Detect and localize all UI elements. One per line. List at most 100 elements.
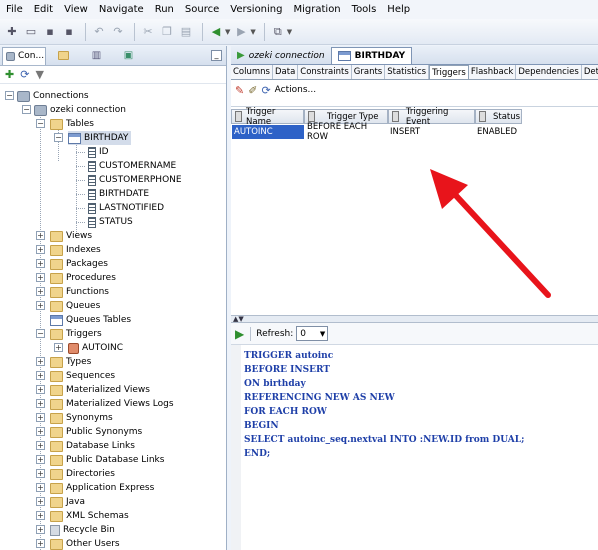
redo-icon[interactable]: ↷ — [110, 24, 126, 40]
edit-icon[interactable]: ✐ — [248, 84, 257, 97]
expand-toggle[interactable]: + — [36, 287, 45, 296]
tree-node-birthday-table[interactable]: BIRTHDAY — [68, 131, 132, 145]
menu-navigate[interactable]: Navigate — [99, 4, 144, 15]
tree-node-column[interactable]: CUSTOMERPHONE — [86, 173, 182, 187]
expand-toggle[interactable]: + — [36, 371, 45, 380]
expand-toggle[interactable]: + — [36, 357, 45, 366]
menu-versioning[interactable]: Versioning — [230, 4, 282, 15]
chevron-down-icon[interactable]: ▼ — [287, 28, 292, 36]
table-cell-triggering-event[interactable]: INSERT — [388, 125, 475, 139]
collapse-toggle[interactable]: − — [5, 91, 14, 100]
tree-node-indexes[interactable]: Indexes — [50, 243, 101, 257]
paste-icon[interactable]: ▤ — [178, 24, 194, 40]
expand-toggle[interactable]: + — [36, 427, 45, 436]
expand-toggle[interactable]: + — [36, 539, 45, 548]
new-icon[interactable]: ✚ — [4, 24, 20, 40]
column-header-trigger-name[interactable]: Trigger Name — [231, 107, 304, 127]
tree-node-tables[interactable]: Tables — [50, 117, 94, 131]
menu-run[interactable]: Run — [155, 4, 174, 15]
tab-details[interactable]: Details — [582, 65, 598, 79]
chevron-down-icon[interactable]: ▼ — [225, 28, 230, 36]
expand-toggle[interactable]: + — [36, 231, 45, 240]
doc-tab-ozeki-connection[interactable]: ▶ ozeki connection — [231, 47, 331, 64]
menu-edit[interactable]: Edit — [34, 4, 53, 15]
tab-grants[interactable]: Grants — [352, 65, 386, 79]
undo-icon[interactable]: ↶ — [91, 24, 107, 40]
tab-files[interactable] — [48, 47, 78, 65]
tree-node-application-express[interactable]: Application Express — [50, 481, 154, 495]
table-cell-status[interactable]: ENABLED — [475, 125, 522, 139]
tab-snippets[interactable]: ▣ — [112, 47, 142, 65]
collapse-toggle[interactable]: − — [54, 133, 63, 142]
tree-node-ozeki-connection[interactable]: ozeki connection — [34, 103, 126, 117]
tab-reports[interactable]: ▥ — [80, 47, 110, 65]
tab-data[interactable]: Data — [273, 65, 299, 79]
tab-constraints[interactable]: Constraints — [298, 65, 352, 79]
save-all-icon[interactable]: ▪ — [61, 24, 77, 40]
tree-node-functions[interactable]: Functions — [50, 285, 109, 299]
tree-node-recycle-bin[interactable]: Recycle Bin — [50, 523, 115, 537]
expand-toggle[interactable]: + — [36, 525, 45, 534]
copy-icon[interactable]: ❐ — [159, 24, 175, 40]
expand-toggle[interactable]: + — [36, 259, 45, 268]
expand-toggle[interactable]: + — [36, 455, 45, 464]
menu-migration[interactable]: Migration — [294, 4, 341, 15]
tree-node-procedures[interactable]: Procedures — [50, 271, 116, 285]
expand-toggle[interactable]: + — [36, 399, 45, 408]
forward-icon[interactable]: ▶ — [233, 24, 249, 40]
expand-toggle[interactable]: + — [36, 385, 45, 394]
run-icon[interactable]: ▶ — [235, 327, 244, 341]
tree-node-xml-schemas[interactable]: XML Schemas — [50, 509, 129, 523]
expand-toggle[interactable]: + — [54, 343, 63, 352]
tab-dependencies[interactable]: Dependencies — [516, 65, 582, 79]
collapse-toggle[interactable]: − — [22, 105, 31, 114]
tab-flashback[interactable]: Flashback — [469, 65, 517, 79]
add-connection-icon[interactable]: ✚ — [5, 68, 14, 81]
tab-columns[interactable]: Columns — [231, 65, 273, 79]
cut-icon[interactable]: ✂ — [140, 24, 156, 40]
tree-node-connections[interactable]: Connections — [17, 89, 89, 103]
tree-node-triggers[interactable]: Triggers — [50, 327, 102, 341]
tree-node-database-links[interactable]: Database Links — [50, 439, 135, 453]
tree-node-types[interactable]: Types — [50, 355, 91, 369]
minimize-button[interactable]: _ — [211, 50, 222, 61]
collapse-toggle[interactable]: − — [36, 119, 45, 128]
expand-toggle[interactable]: + — [36, 497, 45, 506]
tab-connections[interactable]: Con... — [2, 46, 46, 65]
tree-node-directories[interactable]: Directories — [50, 467, 115, 481]
open-folder-icon[interactable]: ▭ — [23, 24, 39, 40]
tree-node-sequences[interactable]: Sequences — [50, 369, 115, 383]
tree-node-synonyms[interactable]: Synonyms — [50, 411, 113, 425]
tab-triggers[interactable]: Triggers — [429, 65, 469, 79]
tree-node-trigger-autoinc[interactable]: AUTOINC — [68, 341, 123, 355]
tree-node-queues[interactable]: Queues — [50, 299, 100, 313]
expand-toggle[interactable]: + — [36, 413, 45, 422]
tree-node-column[interactable]: ID — [86, 145, 109, 159]
expand-toggle[interactable]: + — [36, 469, 45, 478]
tab-statistics[interactable]: Statistics — [385, 65, 430, 79]
menu-help[interactable]: Help — [387, 4, 410, 15]
expand-toggle[interactable]: + — [36, 511, 45, 520]
actions-menu[interactable]: Actions... — [275, 85, 316, 95]
tree-node-column[interactable]: STATUS — [86, 215, 133, 229]
tree-node-packages[interactable]: Packages — [50, 257, 108, 271]
menu-file[interactable]: File — [6, 4, 23, 15]
tree-node-queues-tables[interactable]: Queues Tables — [50, 313, 131, 327]
menu-source[interactable]: Source — [185, 4, 219, 15]
doc-tab-birthday[interactable]: BIRTHDAY — [330, 47, 413, 64]
chevron-down-icon[interactable]: ▼ — [250, 28, 255, 36]
refresh-icon[interactable]: ⟳ — [261, 84, 270, 97]
column-header-triggering-event[interactable]: Triggering Event — [388, 107, 475, 127]
trigger-source-code[interactable]: TRIGGER autoinc BEFORE INSERT ON birthda… — [231, 345, 598, 550]
tree-node-views[interactable]: Views — [50, 229, 92, 243]
expand-toggle[interactable]: + — [36, 301, 45, 310]
expand-toggle[interactable]: + — [36, 483, 45, 492]
expand-toggle[interactable]: + — [36, 441, 45, 450]
column-header-status[interactable]: Status — [475, 109, 522, 124]
expand-toggle[interactable]: + — [36, 273, 45, 282]
menu-tools[interactable]: Tools — [352, 4, 377, 15]
collapse-toggle[interactable]: − — [36, 329, 45, 338]
refresh-icon[interactable]: ⟳ — [20, 68, 29, 81]
table-cell-trigger-name[interactable]: AUTOINC — [232, 125, 304, 139]
tree-node-column[interactable]: BIRTHDATE — [86, 187, 149, 201]
